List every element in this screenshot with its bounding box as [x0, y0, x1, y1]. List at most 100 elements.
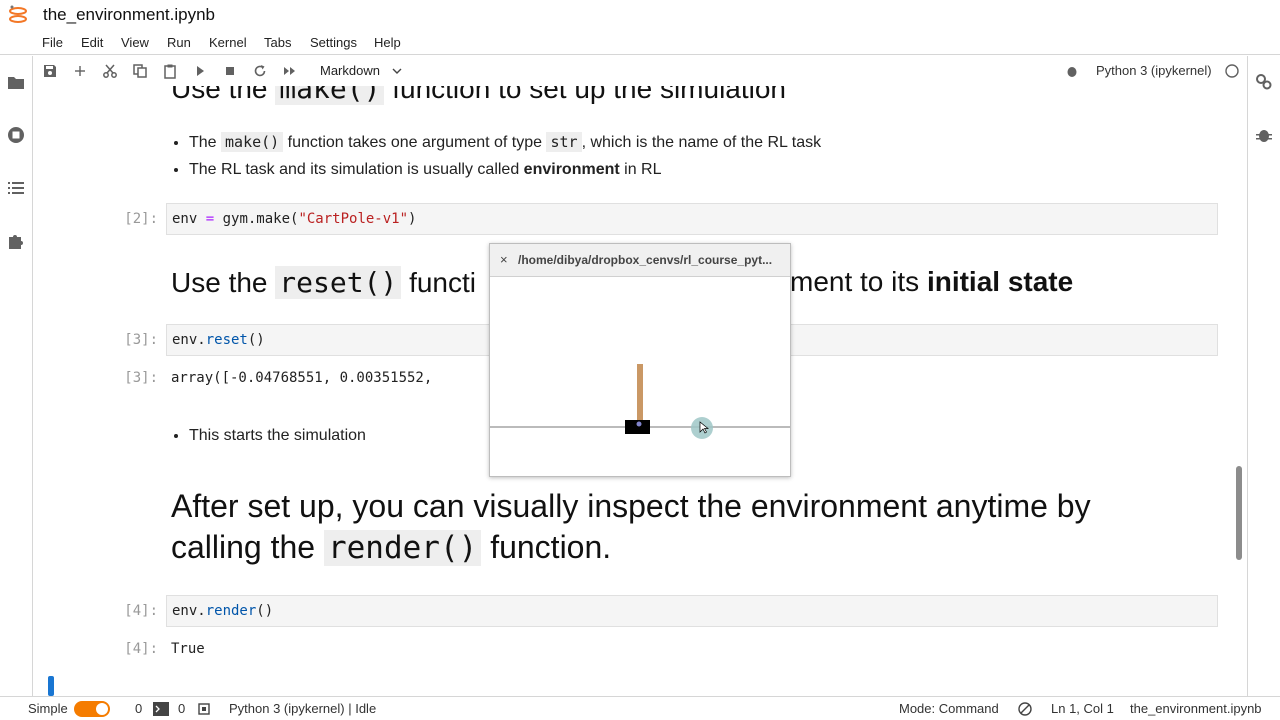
- menu-bar: File Edit View Run Kernel Tabs Settings …: [0, 30, 1280, 55]
- count-b[interactable]: 0: [178, 701, 185, 716]
- heading-text: Use the: [171, 267, 276, 298]
- heading-line: calling the render() function.: [171, 527, 1211, 569]
- active-cell-indicator: [48, 676, 54, 696]
- menu-view[interactable]: View: [121, 35, 149, 50]
- bullet-list: The make() function takes one argument o…: [189, 132, 822, 188]
- count-a[interactable]: 0: [135, 701, 142, 716]
- toggle-knob: [96, 703, 108, 715]
- running-icon[interactable]: [7, 126, 25, 144]
- copy-icon[interactable]: [132, 63, 148, 79]
- run-icon[interactable]: [192, 63, 208, 79]
- code-token: "CartPole-v1": [298, 211, 409, 227]
- heading-text: function to set up the simulation: [384, 86, 787, 104]
- right-sidebar: [1247, 56, 1280, 696]
- heading-code: make(): [275, 86, 385, 105]
- menu-settings[interactable]: Settings: [310, 35, 357, 50]
- cut-icon[interactable]: [102, 63, 118, 79]
- heading-reset: Use the reset() functi: [171, 266, 476, 299]
- heading-code: reset(): [275, 266, 402, 299]
- simple-mode-label: Simple: [28, 701, 68, 716]
- list-text: , which is the name of the RL task: [581, 134, 822, 151]
- save-icon[interactable]: [42, 63, 58, 79]
- restart-icon[interactable]: [252, 63, 268, 79]
- bug-icon[interactable]: [1064, 63, 1080, 79]
- cartpole-canvas: [490, 364, 790, 439]
- menu-help[interactable]: Help: [374, 35, 401, 50]
- list-item: The make() function takes one argument o…: [189, 132, 822, 152]
- terminal-icon[interactable]: [153, 702, 169, 716]
- heading-text: function.: [481, 529, 612, 565]
- cell-type-dropdown[interactable]: Markdown: [320, 63, 402, 78]
- mode-indicator: Mode: Command: [899, 701, 999, 716]
- code-token: =: [197, 211, 223, 227]
- code-cell[interactable]: env.render(): [166, 595, 1218, 627]
- menu-tabs[interactable]: Tabs: [264, 35, 291, 50]
- code-cell[interactable]: env = gym.make("CartPole-v1"): [166, 203, 1218, 235]
- code-token: env: [172, 211, 198, 227]
- code-token: reset: [205, 332, 248, 348]
- code-token: render: [205, 603, 257, 619]
- menu-run[interactable]: Run: [167, 35, 191, 50]
- heading-code: render(): [323, 530, 482, 566]
- no-lsp-icon[interactable]: [1018, 702, 1032, 716]
- file-name: the_environment.ipynb: [1130, 701, 1262, 716]
- property-inspector-icon[interactable]: [1255, 73, 1273, 91]
- code-token: (): [247, 332, 265, 348]
- cell-output: array([-0.04768551, 0.00351552,: [171, 370, 433, 386]
- folder-icon[interactable]: [7, 73, 25, 91]
- kernel-name[interactable]: Python 3 (ipykernel): [1096, 63, 1212, 78]
- stop-icon[interactable]: [222, 63, 238, 79]
- bold-text: initial state: [926, 266, 1074, 297]
- close-icon[interactable]: ×: [500, 252, 508, 267]
- heading-text: ment to its: [790, 266, 927, 297]
- notebook-toolbar: Markdown Python 3 (ipykernel): [34, 56, 1246, 86]
- extension-icon[interactable]: [7, 232, 25, 250]
- bold-text: environment: [523, 161, 620, 178]
- kernel-status[interactable]: Python 3 (ipykernel) | Idle: [229, 701, 376, 716]
- menu-edit[interactable]: Edit: [81, 35, 103, 50]
- kernel-usage-icon[interactable]: [197, 702, 211, 716]
- heading-text: functi: [401, 267, 476, 298]
- inline-code: str: [546, 132, 582, 152]
- code-token: ): [408, 211, 417, 227]
- heading-text: After set up, you can visually inspect t…: [171, 488, 1091, 524]
- simple-mode-toggle[interactable]: [74, 701, 110, 717]
- heading-text: calling the: [171, 529, 324, 565]
- cell-prompt: [2]:: [124, 211, 158, 227]
- heading-text: Use the: [171, 86, 276, 104]
- code-token: env.: [172, 332, 206, 348]
- add-cell-icon[interactable]: [72, 63, 88, 79]
- cell-type-label: Markdown: [320, 63, 380, 78]
- menu-file[interactable]: File: [42, 35, 63, 50]
- menu-kernel[interactable]: Kernel: [209, 35, 247, 50]
- status-bar: Simple 0 0 Python 3 (ipykernel) | Idle M…: [0, 696, 1280, 720]
- cell-prompt: [4]:: [124, 603, 158, 619]
- list-text: function takes one argument of type: [283, 134, 547, 151]
- render-window[interactable]: × /home/dibya/dropbox_cenvs/rl_course_py…: [489, 243, 791, 477]
- list-item: This starts the simulation: [189, 427, 366, 445]
- output-prompt: [3]:: [124, 370, 158, 386]
- list-item: The RL task and its simulation is usuall…: [189, 161, 821, 179]
- document-title: the_environment.ipynb: [43, 5, 216, 24]
- scrollbar-thumb[interactable]: [1236, 466, 1242, 560]
- code-token: gym.make(: [222, 211, 299, 227]
- code-token: (): [256, 603, 274, 619]
- axle: [636, 421, 642, 427]
- inline-code: make(): [221, 132, 284, 152]
- heading-make: Use the make() function to set up the si…: [171, 86, 786, 105]
- render-window-title: /home/dibya/dropbox_cenvs/rl_course_pyt.…: [518, 253, 773, 267]
- list-text: The: [189, 134, 222, 151]
- kernel-status-icon: [1225, 64, 1239, 78]
- fast-forward-icon[interactable]: [282, 63, 298, 79]
- pole: [637, 364, 643, 426]
- cell-prompt: [3]:: [124, 332, 158, 348]
- list-text: The RL task and its simulation is usuall…: [189, 161, 524, 178]
- list-text: in RL: [619, 161, 662, 178]
- table-of-contents-icon[interactable]: [7, 179, 25, 197]
- heading-render: After set up, you can visually inspect t…: [171, 486, 1211, 569]
- debugger-icon[interactable]: [1255, 126, 1273, 144]
- cursor-position[interactable]: Ln 1, Col 1: [1051, 701, 1114, 716]
- render-window-titlebar[interactable]: × /home/dibya/dropbox_cenvs/rl_course_py…: [490, 244, 790, 277]
- paste-icon[interactable]: [162, 63, 178, 79]
- cell-output: True: [171, 641, 205, 657]
